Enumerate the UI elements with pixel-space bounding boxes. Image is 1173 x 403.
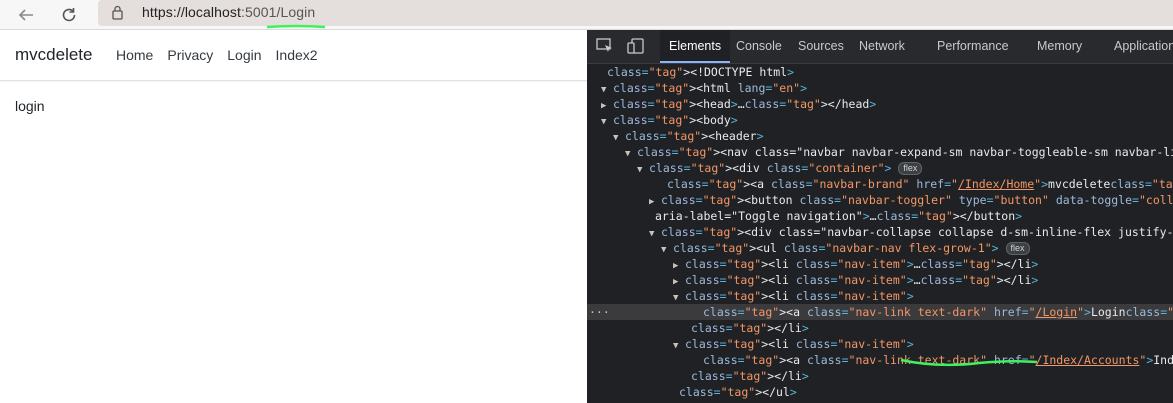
inspect-icon[interactable] — [596, 38, 614, 54]
dom-node-line[interactable]: class="tag"><a class="navbar-brand" href… — [587, 176, 1173, 192]
dom-node-text: class="tag"></li — [691, 321, 802, 335]
tab-performance[interactable]: Performance — [928, 30, 1018, 63]
nav-links: Home Privacy Login Index2 — [116, 47, 318, 63]
address-bar[interactable]: https://localhost:5001/Login — [98, 0, 1173, 26]
tab-elements[interactable]: Elements — [660, 30, 731, 63]
devtools-panel: Elements Console Sources Network Perform… — [587, 30, 1173, 403]
tab-console[interactable]: Console — [727, 30, 791, 63]
tab-sources[interactable]: Sources — [789, 30, 853, 63]
lock-icon — [112, 5, 123, 20]
nav-link-home[interactable]: Home — [116, 47, 153, 63]
dom-node-text: class="tag"><div — [649, 161, 760, 175]
dom-node-text: aria-label="Toggle navigation">…class="t… — [655, 209, 1016, 223]
dom-node-line[interactable]: ▶ class="tag"><li class="nav-item">…class… — [587, 256, 1038, 272]
tab-application[interactable]: Application — [1105, 30, 1173, 63]
back-button[interactable] — [10, 0, 42, 29]
dom-node-text: class="tag"><li — [685, 273, 789, 287]
web-page: mvcdelete Home Privacy Login Index2 logi… — [0, 30, 587, 403]
dom-node-line[interactable]: ▼ class="tag"><li class="nav-item"> — [587, 336, 914, 352]
dom-node-text: class="tag"><header — [625, 129, 757, 143]
dom-node-line[interactable]: aria-label="Toggle navigation">…class="t… — [587, 208, 1022, 224]
device-toolbar-icon[interactable] — [627, 38, 645, 54]
navbar: mvcdelete Home Privacy Login Index2 — [0, 30, 587, 81]
nav-link-privacy[interactable]: Privacy — [167, 47, 213, 63]
arrow-left-icon — [18, 8, 33, 21]
dom-node-line[interactable]: ▼ class="tag"><ul class="navbar-nav flex-… — [587, 240, 1030, 256]
url-path: :5001/Login — [240, 4, 316, 20]
dom-node-line[interactable]: ▼ class="tag"><div class="container"> fle… — [587, 160, 923, 176]
tab-memory[interactable]: Memory — [1028, 30, 1091, 63]
dom-node-text: class="tag"><li — [685, 289, 789, 303]
dom-node-line[interactable]: class="tag"></ul> — [587, 384, 797, 400]
dom-node-line[interactable]: ▶ class="tag"><button class="navbar-toggl… — [587, 192, 1173, 208]
dom-node-line[interactable]: ▶ class="tag"><li class="nav-item">…class… — [587, 272, 1038, 288]
dom-node-line[interactable]: ▶ class="tag"><head>…class="tag"></head> — [587, 96, 876, 112]
dom-node-text: class="tag"><a — [703, 305, 800, 319]
dom-node-text: class="tag"><div — [661, 225, 772, 239]
tab-network[interactable]: Network — [850, 30, 914, 63]
dom-node-text: class="tag"><ul — [673, 241, 777, 255]
dom-node-line[interactable]: ▼ class="tag"><body> — [587, 112, 738, 128]
url-host: https://localhost — [142, 4, 241, 20]
dom-node-text: class="tag"><head — [613, 97, 731, 111]
dom-node-line[interactable]: class="tag"><a class="nav-link text-dark… — [587, 352, 1173, 368]
dom-node-text: class="tag"><nav — [637, 145, 748, 159]
dom-node-line[interactable]: class="tag"><!DOCTYPE html> — [587, 64, 794, 80]
dom-node-text: class="tag"><a — [703, 353, 800, 367]
dom-tree: class="tag"><!DOCTYPE html> ▼ class="tag">… — [587, 64, 1173, 403]
dom-node-text: class="tag"><li — [685, 257, 789, 271]
flex-badge[interactable]: flex — [898, 162, 923, 175]
dom-node-text: class="tag"><html — [613, 81, 731, 95]
dom-node-line[interactable]: ▼ class="tag"><html lang="en"> — [587, 80, 807, 96]
navbar-brand[interactable]: mvcdelete — [15, 45, 92, 65]
dom-node-text: class="tag"><!DOCTYPE — [607, 65, 753, 79]
devtools-tabbar: Elements Console Sources Network Perform… — [587, 30, 1173, 64]
dom-node-line[interactable]: ▼ class="tag"><div class="navbar-collapse… — [587, 224, 1173, 240]
reload-button[interactable] — [53, 0, 85, 29]
dom-node-text: class="tag"><a — [667, 177, 764, 191]
nav-link-login[interactable]: Login — [227, 47, 261, 63]
highlight-underline — [266, 24, 326, 29]
more-options-icon[interactable]: ··· — [589, 304, 610, 320]
url-text: https://localhost:5001/Login — [142, 4, 315, 20]
nav-link-index2[interactable]: Index2 — [276, 47, 318, 63]
dom-node-line[interactable]: class="tag"></li> — [587, 368, 809, 384]
dom-node-line[interactable]: ▼ class="tag"><li class="nav-item"> — [587, 288, 914, 304]
flex-badge[interactable]: flex — [1005, 242, 1030, 255]
dom-node-text: class="tag"><button — [661, 193, 793, 207]
reload-icon — [62, 7, 76, 21]
dom-node-text: class="tag"><li — [685, 337, 789, 351]
page-content: login — [15, 98, 45, 114]
dom-node-text: class="tag"></ul — [679, 385, 790, 399]
dom-node-line[interactable]: class="tag"></li> — [587, 320, 809, 336]
dom-node-text: class="tag"><body — [613, 113, 731, 127]
dom-node-line[interactable]: class="tag"><a class="nav-link text-dark… — [587, 304, 1173, 320]
dom-node-text: class="tag"></li — [691, 369, 802, 383]
dom-node-line[interactable]: ▼ class="tag"><header> — [587, 128, 764, 144]
dom-node-line[interactable]: ▼ class="tag"><nav class="navbar navbar-e… — [587, 144, 1173, 160]
browser-toolbar: https://localhost:5001/Login — [0, 0, 1173, 30]
